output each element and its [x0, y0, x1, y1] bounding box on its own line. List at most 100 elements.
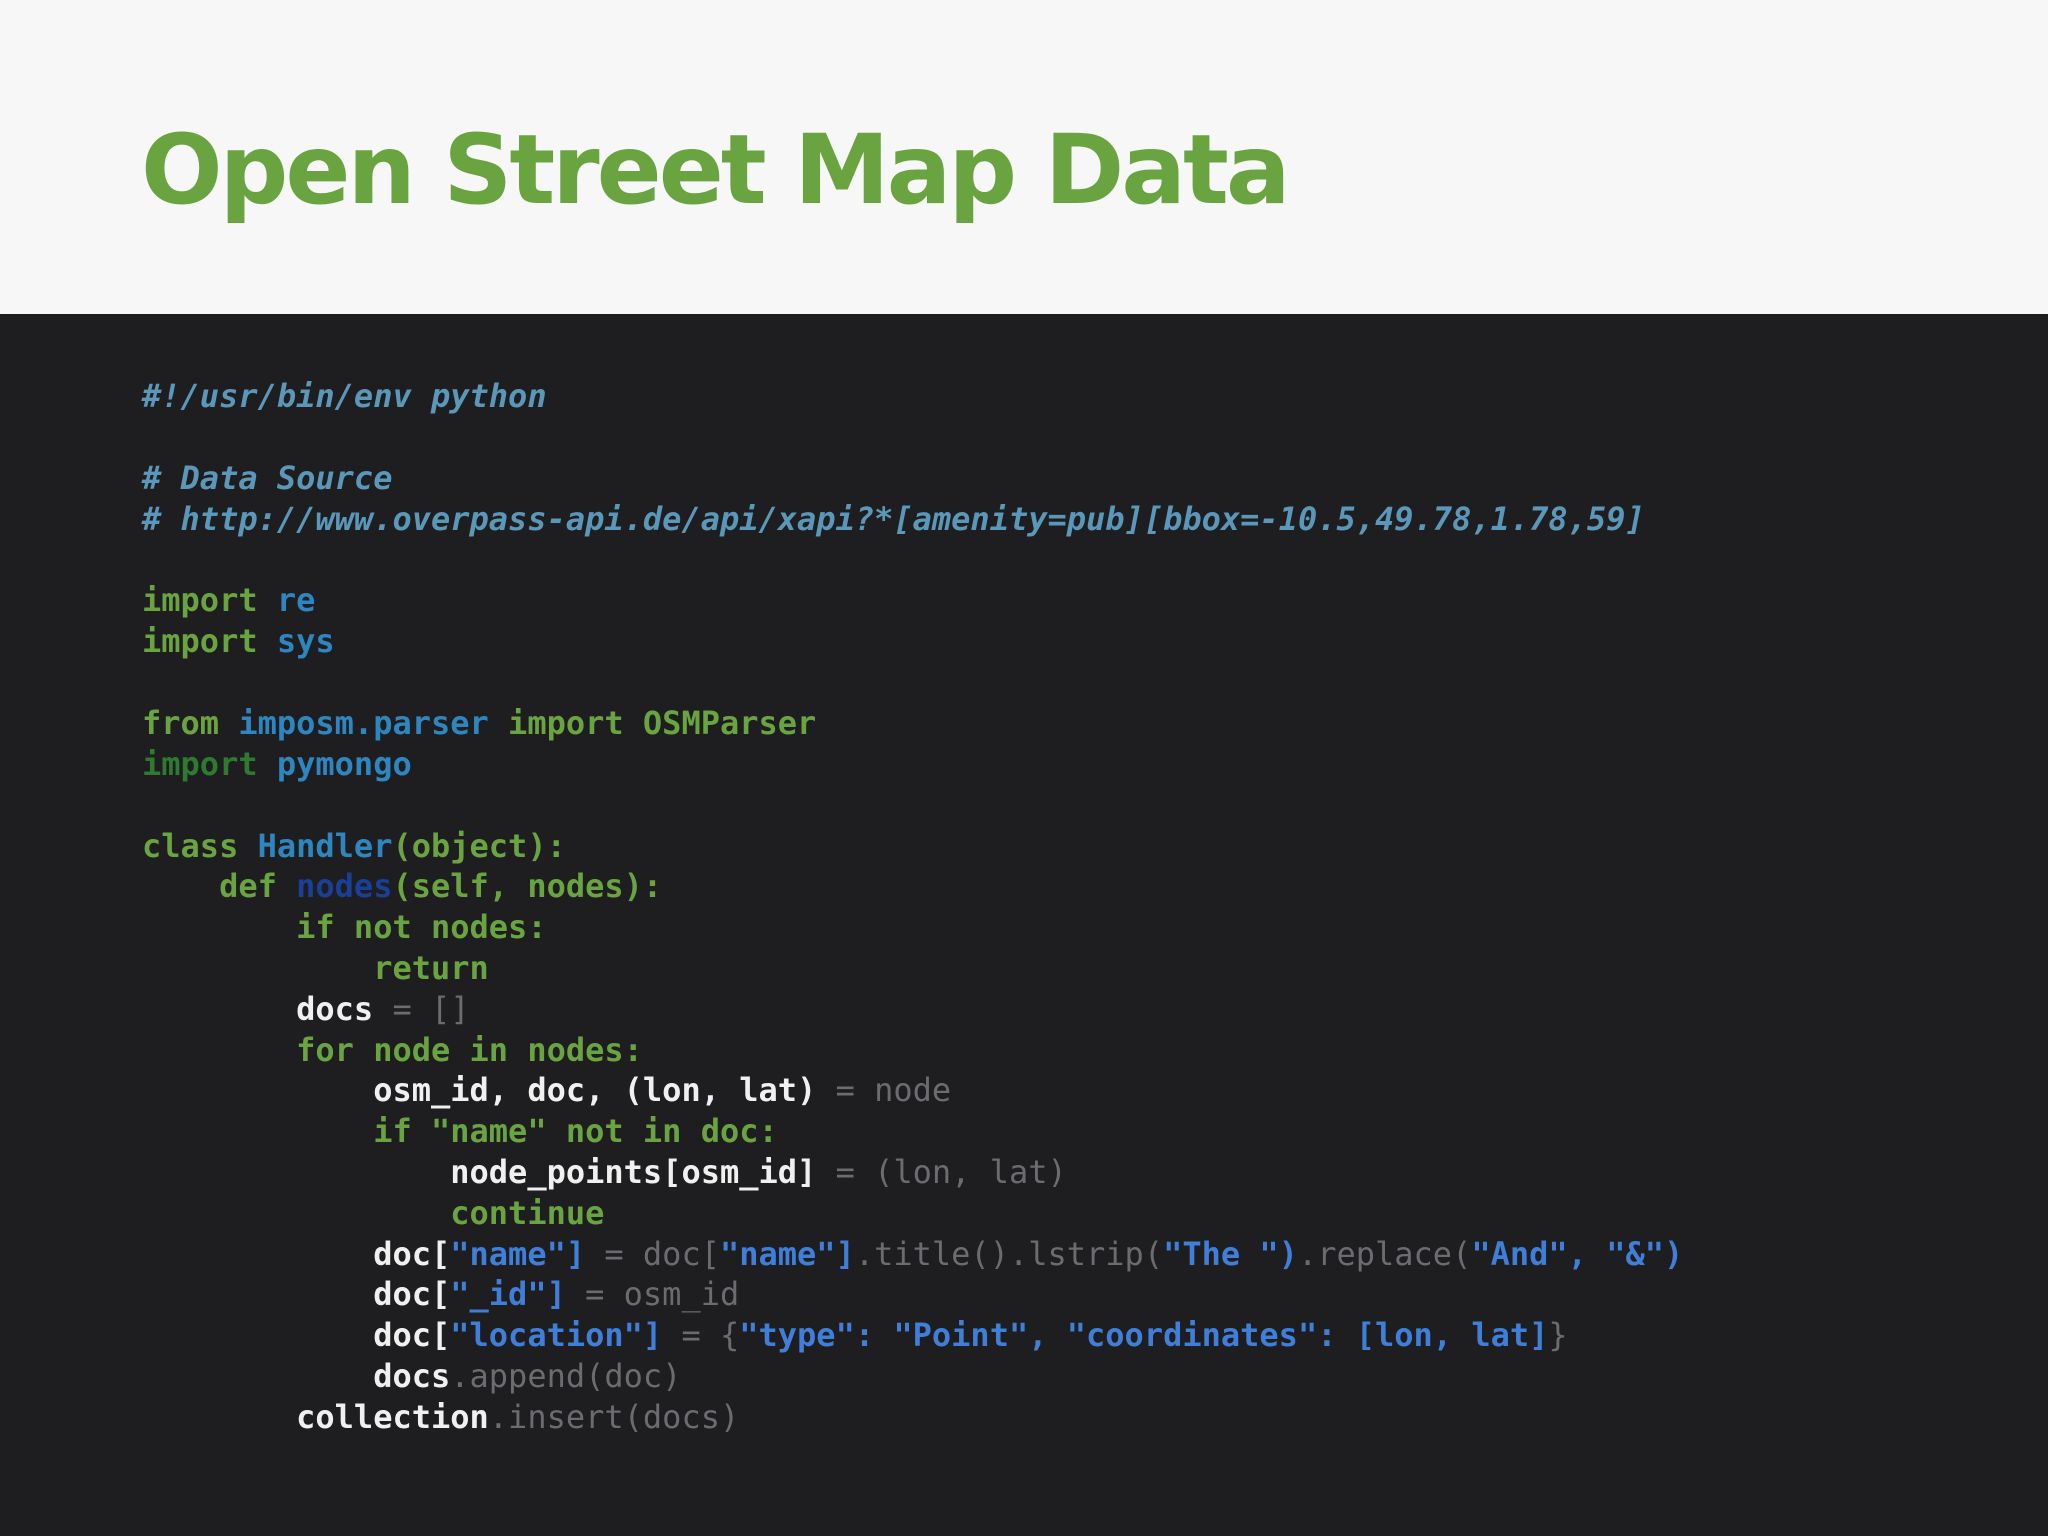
code-token-keyword: for node in nodes:: [296, 1030, 643, 1069]
code-token-class: Handler: [257, 826, 393, 865]
code-line: import re: [142, 580, 1683, 621]
code-token-ident: osm_id, doc, (lon, lat): [373, 1071, 817, 1110]
code-token-op: = doc[: [585, 1234, 720, 1273]
code-panel: #!/usr/bin/env python # Data Source # http…: [0, 314, 2048, 1536]
code-token-keyword: if "name" not in doc:: [373, 1112, 778, 1151]
code-token-keyword: import: [508, 703, 624, 742]
code-line: if "name" not in doc:: [142, 1111, 1683, 1152]
slide: Open Street Map Data #!/usr/bin/env pyth…: [0, 0, 2048, 1536]
code-token-str: "The "): [1163, 1234, 1298, 1273]
code-token-str: "name"]: [450, 1234, 586, 1273]
code-token-keyword: import: [142, 622, 258, 661]
code-token-op: = {: [662, 1316, 740, 1355]
code-token-module: imposm.parser: [238, 703, 489, 742]
code-line: #!/usr/bin/env python: [142, 376, 1683, 417]
code-token-op: = (lon, lat): [816, 1152, 1067, 1191]
code-token-op: .replace(: [1297, 1234, 1472, 1273]
code-token-keyword: def: [219, 867, 277, 906]
code-line: docs = []: [142, 989, 1683, 1030]
code-line: # Data Source: [142, 458, 1683, 499]
code-token-keyword-dim: import: [142, 744, 258, 783]
code-token-keyword: (object):: [392, 826, 566, 865]
code-token-op: = []: [373, 989, 470, 1028]
code-line: def nodes(self, nodes):: [142, 866, 1683, 907]
code-token-keyword: OSMParser: [623, 703, 817, 742]
code-token-ident: doc[: [373, 1316, 451, 1355]
code-token-ident: [219, 704, 238, 742]
code-token-op: .title().lstrip(: [854, 1234, 1164, 1273]
code-token-module: sys: [276, 622, 335, 661]
code-line: node_points[osm_id] = (lon, lat): [142, 1152, 1683, 1193]
code-line: class Handler(object):: [142, 826, 1683, 867]
code-line: if not nodes:: [142, 907, 1683, 948]
code-token-comment: # Data Source: [142, 458, 393, 497]
code-token-str: "_id"]: [450, 1275, 566, 1314]
code-line: collection.insert(docs): [142, 1397, 1683, 1438]
code-line: for node in nodes:: [142, 1030, 1683, 1071]
code-token-comment: # http://www.overpass-api.de/api/xapi?*[…: [142, 499, 1645, 538]
code-token-str: "type": "Point", "coordinates": [lon, la…: [739, 1316, 1549, 1355]
code-line: continue: [142, 1193, 1683, 1234]
code-line: import sys: [142, 621, 1683, 662]
code-line: from imposm.parser import OSMParser: [142, 703, 1683, 744]
slide-title: Open Street Map Data: [141, 114, 1291, 226]
code-token-keyword: (self, nodes):: [392, 867, 663, 906]
code-token-fn: nodes: [296, 867, 393, 906]
code-token-ident: [258, 745, 277, 783]
code-line: import pymongo: [142, 744, 1683, 785]
code-token-op: .append(doc): [450, 1356, 682, 1395]
code-line: doc["name"] = doc["name"].title().lstrip…: [142, 1234, 1683, 1275]
code-block: #!/usr/bin/env python # Data Source # http…: [142, 376, 1683, 1438]
slide-header: Open Street Map Data: [0, 0, 2048, 314]
code-token-str: "name"]: [719, 1234, 855, 1273]
code-token-ident: [489, 704, 508, 742]
code-line: docs.append(doc): [142, 1356, 1683, 1397]
code-token-module: pymongo: [276, 744, 412, 783]
code-token-ident: doc[: [373, 1275, 451, 1314]
code-token-op: = osm_id: [565, 1275, 740, 1314]
code-token-comment: #!/usr/bin/env python: [142, 377, 547, 415]
code-token-keyword: return: [373, 948, 489, 987]
code-token-module: re: [276, 581, 316, 620]
code-token-op: = node: [816, 1071, 952, 1110]
code-token-op: }: [1548, 1316, 1568, 1355]
code-line: # http://www.overpass-api.de/api/xapi?*[…: [142, 499, 1683, 540]
code-token-keyword: if not nodes:: [296, 908, 547, 947]
code-token-keyword: continue: [450, 1193, 605, 1232]
code-token-ident: collection: [296, 1397, 489, 1436]
code-token-ident: docs: [296, 989, 374, 1028]
code-token-str: "location"]: [450, 1316, 663, 1355]
code-token-ident: [258, 622, 277, 660]
code-token-keyword: from: [142, 703, 220, 742]
code-line: doc["_id"] = osm_id: [142, 1274, 1683, 1315]
code-token-ident: [238, 827, 257, 865]
code-token-keyword: import: [142, 581, 258, 620]
code-token-ident: docs: [373, 1356, 451, 1395]
code-token-ident: node_points[osm_id]: [450, 1152, 817, 1191]
code-token-ident: doc[: [373, 1234, 451, 1273]
code-token-str: "And", "&"): [1471, 1234, 1684, 1273]
code-token-op: .insert(docs): [488, 1397, 740, 1436]
code-token-keyword: class: [142, 826, 239, 865]
code-line: doc["location"] = {"type": "Point", "coo…: [142, 1315, 1683, 1356]
code-token-ident: [277, 867, 296, 905]
code-line: return: [142, 948, 1683, 989]
